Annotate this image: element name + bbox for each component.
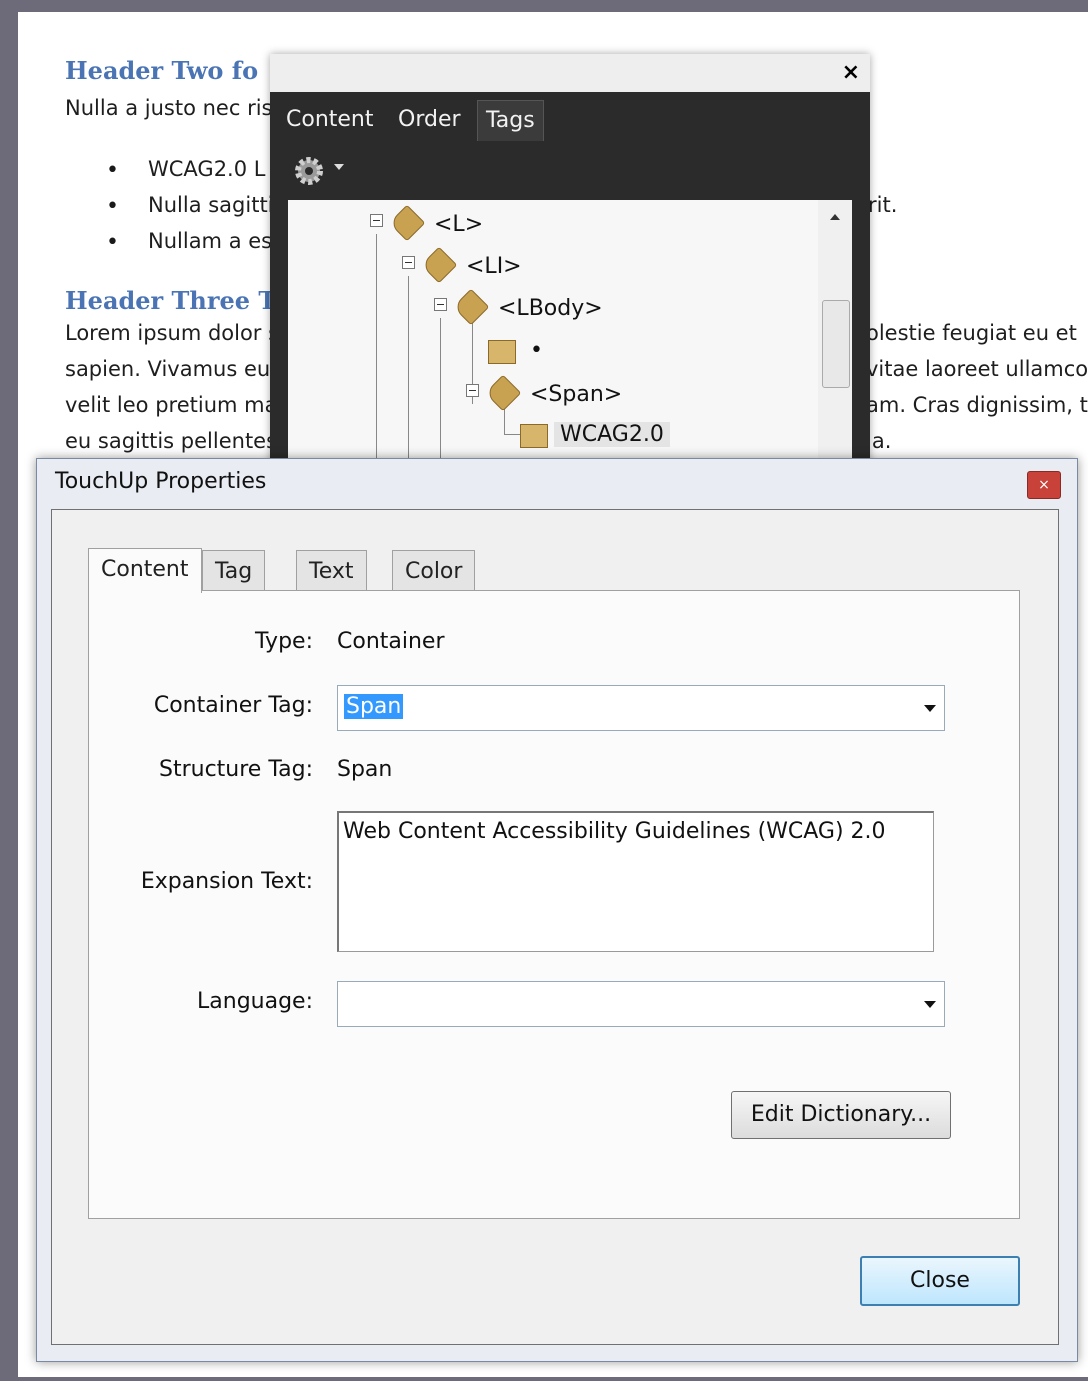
chevron-down-icon[interactable]	[334, 164, 344, 170]
paragraph-line: velit leo pretium ma	[65, 393, 278, 417]
tab-tags[interactable]: Tags	[477, 100, 544, 141]
heading-two: Header Two fo	[65, 56, 259, 85]
paragraph-one: Nulla a justo nec ris	[65, 96, 273, 120]
type-label: Type:	[255, 629, 313, 654]
bullet-item: Nullam a es	[148, 229, 273, 253]
tree-node-wcag[interactable]: WCAG2.0	[554, 422, 670, 447]
paragraph-line: vitae laoreet ullamco	[866, 357, 1088, 381]
bullet-item-tail: rit.	[868, 193, 898, 217]
paragraph-line: sapien. Vivamus eu	[65, 357, 271, 381]
gear-icon[interactable]	[292, 154, 326, 188]
dialog-title: TouchUp Properties	[55, 469, 267, 494]
collapse-icon[interactable]	[402, 256, 415, 269]
container-tag-dropdown[interactable]: Span	[337, 685, 945, 731]
frame-border-bottom	[0, 1377, 1088, 1381]
tree-node-lbody[interactable]: <LBody>	[498, 296, 603, 321]
container-icon	[520, 424, 548, 448]
tag-icon	[484, 374, 522, 412]
tab-color[interactable]: Color	[392, 550, 476, 591]
bullet-dot: •	[106, 230, 119, 255]
structure-tag-label: Structure Tag:	[159, 757, 313, 782]
tree-node-span[interactable]: <Span>	[530, 382, 622, 407]
paragraph-line: eu sagittis pellentes	[65, 429, 278, 453]
structure-tag-value: Span	[337, 757, 393, 782]
tab-content[interactable]: Content	[88, 548, 202, 593]
paragraph-line: olestie feugiat eu et	[866, 321, 1077, 345]
scroll-thumb[interactable]	[822, 300, 850, 388]
tree-scrollbar[interactable]	[818, 200, 852, 480]
tree-guide-line	[408, 276, 409, 480]
tree-guide-line	[440, 318, 441, 480]
tree-guide-line	[504, 434, 520, 435]
close-icon[interactable]: ×	[1027, 471, 1061, 499]
tags-panel: × Content Order Tags <L> <LI> <LBody> • …	[270, 54, 870, 480]
tag-icon	[388, 204, 426, 242]
tree-guide-line	[376, 234, 377, 480]
language-dropdown[interactable]	[337, 981, 945, 1027]
expansion-text-label: Expansion Text:	[140, 869, 313, 894]
expansion-text-value[interactable]: Web Content Accessibility Guidelines (WC…	[343, 819, 886, 844]
close-button[interactable]: Close	[860, 1256, 1020, 1306]
paragraph-line: Lorem ipsum dolor s	[65, 321, 280, 345]
bullet-dot: •	[106, 194, 119, 219]
bullet-item: WCAG2.0 L	[148, 157, 266, 181]
tag-icon	[420, 246, 458, 284]
tab-order[interactable]: Order	[390, 100, 469, 140]
language-label: Language:	[197, 989, 313, 1014]
container-icon	[488, 340, 516, 364]
heading-three: Header Three Tex	[65, 286, 304, 315]
tree-node-li[interactable]: <LI>	[466, 254, 522, 279]
container-tag-value[interactable]: Span	[344, 694, 404, 719]
container-tag-label: Container Tag:	[153, 693, 313, 718]
frame-border-left	[0, 0, 18, 1381]
tree-node-l[interactable]: <L>	[434, 212, 483, 237]
touchup-properties-dialog: TouchUp Properties × Content Tag Text Co…	[36, 458, 1078, 1362]
collapse-icon[interactable]	[434, 298, 447, 311]
tab-text[interactable]: Text	[296, 550, 367, 591]
type-value: Container	[337, 629, 445, 654]
scroll-up-icon[interactable]	[830, 214, 840, 220]
chevron-down-icon[interactable]	[924, 705, 936, 712]
close-icon[interactable]: ×	[842, 60, 860, 85]
tags-panel-titlebar: ×	[270, 54, 870, 92]
edit-dictionary-button[interactable]: Edit Dictionary...	[731, 1091, 951, 1139]
tree-guide-line	[504, 406, 505, 434]
chevron-down-icon[interactable]	[924, 1001, 936, 1008]
tab-content[interactable]: Content	[278, 100, 382, 140]
collapse-icon[interactable]	[466, 384, 479, 397]
frame-border-top	[0, 0, 1088, 12]
paragraph-line: am. Cras dignissim, t	[866, 393, 1088, 417]
collapse-icon[interactable]	[370, 214, 383, 227]
tag-icon	[452, 288, 490, 326]
content-tab-panel: Type: Container Container Tag: Span Stru…	[88, 590, 1020, 1219]
bullet-item: Nulla sagitti	[148, 193, 274, 217]
bullet-dot: •	[106, 158, 119, 183]
expansion-text-field[interactable]: Web Content Accessibility Guidelines (WC…	[337, 811, 934, 952]
tree-node-bullet[interactable]: •	[530, 338, 543, 363]
tags-tree: <L> <LI> <LBody> • <Span> WCAG2.0	[288, 200, 852, 480]
dialog-body: Content Tag Text Color Type: Container C…	[51, 509, 1059, 1345]
tab-tag[interactable]: Tag	[202, 550, 266, 591]
